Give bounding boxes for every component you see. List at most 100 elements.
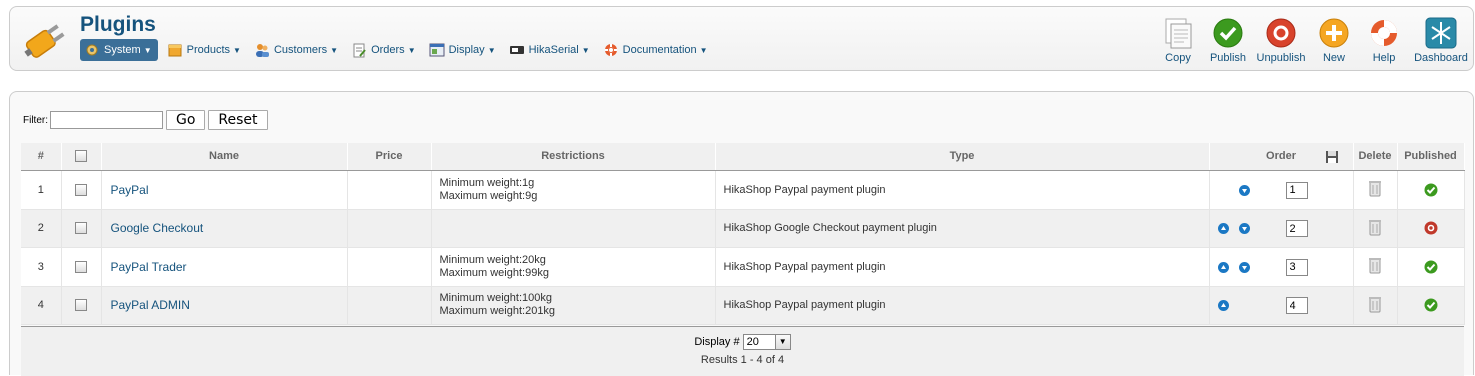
name-cell: PayPal: [101, 170, 348, 210]
price-cell: [347, 209, 432, 248]
menu-products[interactable]: Products ▼: [163, 39, 245, 61]
menu-documentation[interactable]: Documentation ▼: [599, 39, 712, 61]
published-check-icon[interactable]: [1424, 183, 1438, 197]
row-checkbox-cell: [61, 209, 102, 248]
type-cell: HikaShop Paypal payment plugin: [715, 286, 1210, 325]
name-cell: PayPal Trader: [101, 247, 348, 287]
order-input[interactable]: [1285, 297, 1308, 314]
move-up-icon[interactable]: [1217, 261, 1229, 273]
display-limit-value: 20: [746, 336, 759, 348]
menu-products-label: Products: [186, 44, 231, 56]
row-checkbox-cell: [61, 247, 102, 287]
col-type-header[interactable]: Type: [715, 143, 1210, 171]
menu-orders[interactable]: Orders ▼: [347, 39, 420, 61]
col-order-header[interactable]: Order: [1209, 143, 1354, 171]
trash-icon[interactable]: [1368, 218, 1382, 236]
unpublish-label: Unpublish: [1256, 52, 1306, 64]
results-count: Results 1 - 4 of 4: [700, 354, 785, 366]
trash-icon[interactable]: [1368, 295, 1382, 313]
menu-customers[interactable]: Customers ▼: [250, 39, 342, 61]
move-down-icon[interactable]: [1238, 184, 1250, 196]
move-up-icon[interactable]: [1217, 300, 1229, 311]
dashboard-button[interactable]: Dashboard: [1409, 7, 1473, 70]
delete-cell: [1353, 170, 1398, 210]
save-order-icon[interactable]: [1325, 150, 1339, 167]
type-cell: HikaShop Paypal payment plugin: [715, 170, 1210, 210]
col-restrictions-header: Restrictions: [431, 143, 716, 171]
plugins-table: # Name Price Restrictions Type Order Del…: [21, 143, 1465, 325]
unpublish-button[interactable]: Unpublish: [1253, 7, 1309, 70]
filter-input[interactable]: [50, 111, 163, 129]
plugin-name-link[interactable]: Google Checkout: [111, 221, 204, 235]
menu-display[interactable]: Display ▼: [425, 39, 500, 61]
move-down-icon[interactable]: [1238, 223, 1250, 234]
published-cell: [1397, 286, 1465, 325]
row-number: 2: [21, 209, 62, 248]
plugin-name-link[interactable]: PayPal: [111, 183, 149, 197]
table-row: 1 PayPal Minimum weight:1g Maximum weigh…: [21, 170, 1465, 210]
select-all-checkbox[interactable]: [75, 150, 87, 163]
restriction-min: Minimum weight:100kg: [439, 292, 553, 304]
order-input[interactable]: [1285, 220, 1308, 237]
display-label: Display #: [694, 335, 740, 348]
display-limit-row: Display # 20 ▼: [21, 334, 1464, 350]
products-icon: [167, 42, 183, 58]
restrictions-cell: Minimum weight:1g Maximum weight:9g: [431, 170, 716, 210]
reset-button[interactable]: Reset: [208, 110, 268, 130]
restrictions-cell: Minimum weight:100kg Maximum weight:201k…: [431, 286, 716, 325]
unpublished-icon[interactable]: [1424, 221, 1438, 235]
menu-documentation-label: Documentation: [622, 44, 697, 56]
col-delete-header: Delete: [1353, 143, 1398, 171]
plugin-name-link[interactable]: PayPal ADMIN: [111, 298, 190, 312]
trash-icon[interactable]: [1368, 179, 1382, 197]
published-cell: [1397, 209, 1465, 248]
col-published-header[interactable]: Published: [1397, 143, 1465, 171]
new-button[interactable]: New: [1309, 7, 1359, 70]
lifebuoy-icon: [1371, 20, 1397, 46]
display-icon: [429, 42, 445, 58]
price-cell: [347, 286, 432, 325]
row-checkbox[interactable]: [75, 222, 87, 235]
order-cell: [1209, 209, 1354, 248]
row-checkbox[interactable]: [75, 299, 87, 312]
plugin-name-link[interactable]: PayPal Trader: [111, 260, 187, 274]
filter-bar: Filter: Go Reset: [23, 110, 268, 130]
col-name-header[interactable]: Name: [101, 143, 348, 171]
chevron-down-icon: ▼: [233, 45, 241, 55]
move-up-icon[interactable]: [1217, 223, 1229, 234]
unpublish-icon: [1266, 18, 1296, 48]
menu-hikaserial[interactable]: HikaSerial ▼: [505, 39, 594, 61]
row-checkbox[interactable]: [75, 260, 87, 273]
copy-button[interactable]: Copy: [1153, 7, 1203, 70]
col-price-header[interactable]: Price: [347, 143, 432, 171]
published-check-icon[interactable]: [1424, 260, 1438, 274]
help-label: Help: [1372, 52, 1396, 64]
chevron-down-icon: ▼: [774, 335, 790, 349]
move-down-icon[interactable]: [1238, 261, 1250, 273]
published-check-icon[interactable]: [1424, 298, 1438, 312]
main-menu: System ▼ Products ▼ Customers ▼ Orders ▼: [80, 39, 717, 61]
publish-button[interactable]: Publish: [1203, 7, 1253, 70]
order-input[interactable]: [1285, 258, 1308, 276]
dashboard-icon: [1425, 17, 1457, 49]
plus-icon: [1319, 18, 1349, 48]
published-cell: [1397, 170, 1465, 210]
table-header-row: # Name Price Restrictions Type Order Del…: [21, 143, 1465, 171]
menu-system[interactable]: System ▼: [80, 39, 158, 61]
name-cell: Google Checkout: [101, 209, 348, 248]
trash-icon[interactable]: [1368, 256, 1382, 274]
plugin-logo-icon: [20, 13, 72, 65]
order-cell: [1209, 286, 1354, 325]
chevron-down-icon: ▼: [143, 45, 152, 55]
table-row: 4 PayPal ADMIN Minimum weight:100kg Maxi…: [21, 286, 1465, 325]
restriction-min: Minimum weight:20kg: [439, 253, 546, 266]
row-checkbox[interactable]: [75, 183, 87, 196]
order-input[interactable]: [1285, 181, 1308, 199]
help-button[interactable]: Help: [1359, 7, 1409, 70]
col-check-header: [61, 143, 102, 171]
name-cell: PayPal ADMIN: [101, 286, 348, 325]
display-limit-select[interactable]: 20 ▼: [742, 334, 791, 350]
published-cell: [1397, 247, 1465, 287]
row-number: 1: [21, 170, 62, 210]
go-button[interactable]: Go: [166, 110, 206, 130]
